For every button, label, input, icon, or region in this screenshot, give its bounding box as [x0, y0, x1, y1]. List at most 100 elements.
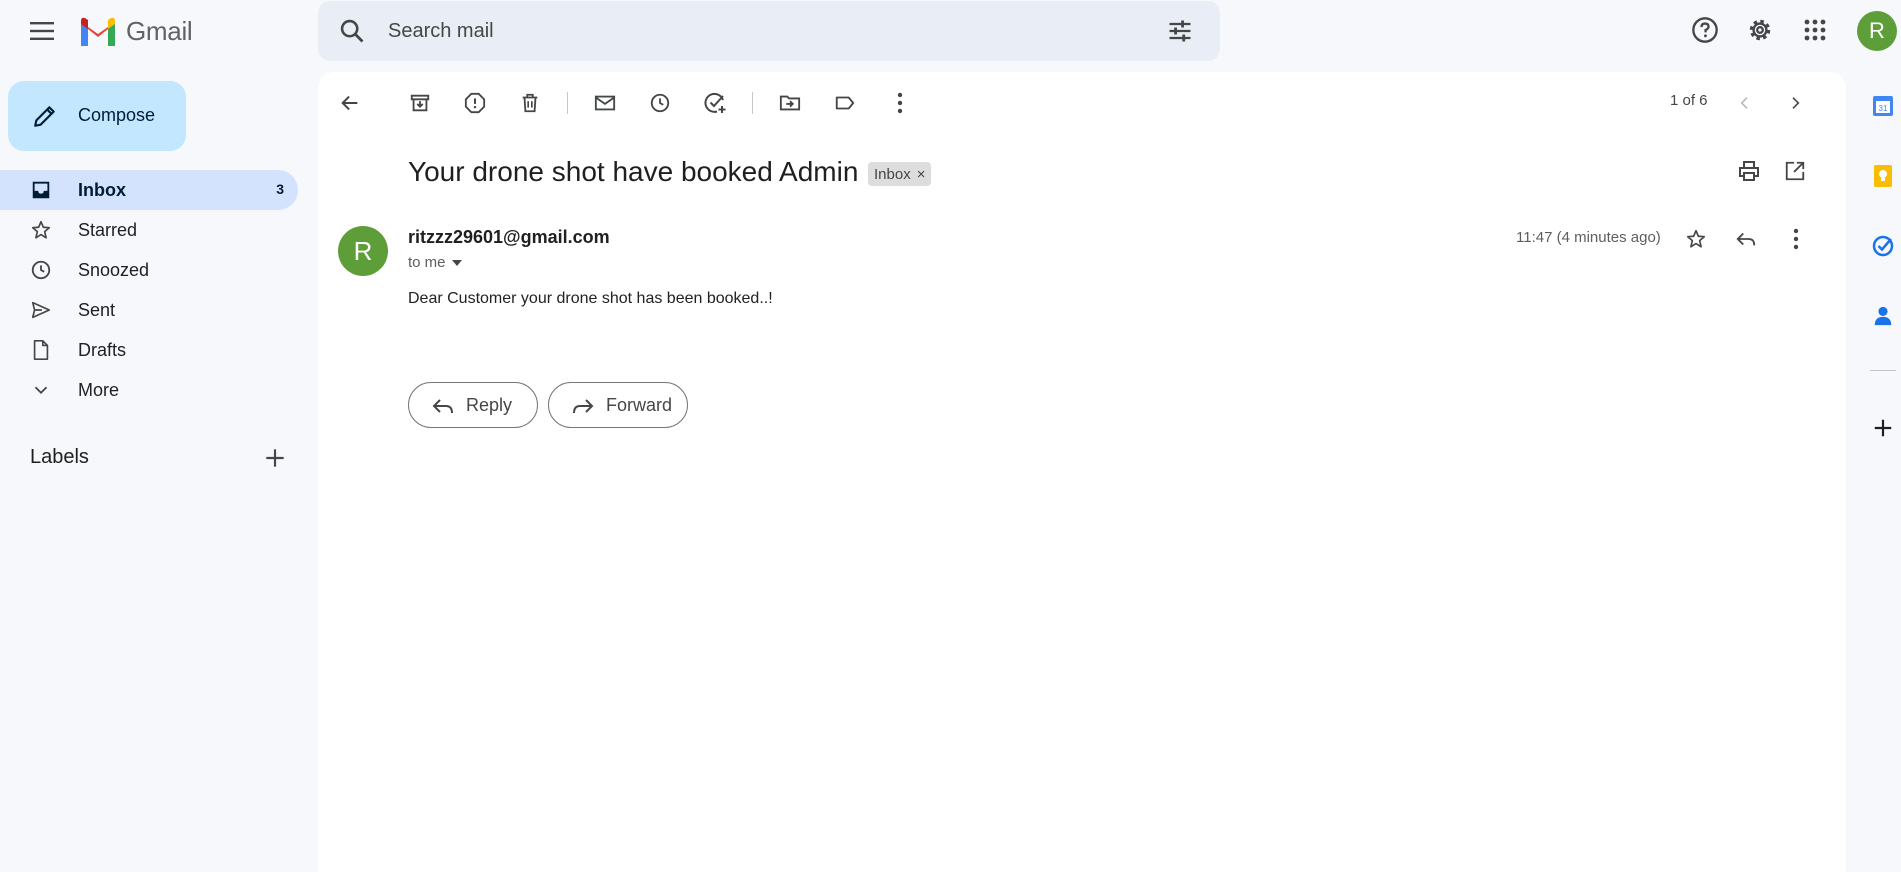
calendar-icon: 31 — [1873, 96, 1893, 116]
pagination-count: 1 of 6 — [1670, 92, 1708, 109]
add-label-icon[interactable] — [262, 445, 288, 471]
spam-icon — [464, 92, 486, 114]
caret-down-icon — [451, 259, 462, 266]
move-folder-icon — [779, 95, 801, 111]
get-addons-button[interactable] — [1869, 414, 1897, 442]
archive-icon — [410, 94, 430, 112]
search-input[interactable] — [388, 15, 1148, 47]
print-button[interactable] — [1734, 156, 1764, 186]
reply-icon-button[interactable] — [1731, 224, 1761, 254]
chevron-right-icon — [1792, 97, 1800, 109]
forward-icon — [573, 399, 594, 414]
reply-icon — [1736, 232, 1756, 246]
star-button[interactable] — [1681, 224, 1711, 254]
report-spam-button[interactable] — [460, 88, 490, 118]
trash-icon — [522, 93, 538, 113]
toolbar-divider — [752, 92, 753, 114]
label-icon — [835, 96, 855, 110]
message-more-button[interactable] — [1781, 224, 1811, 254]
sidebar-item-label: Inbox — [78, 180, 126, 200]
newer-button[interactable] — [1730, 88, 1760, 118]
labels-button[interactable] — [830, 88, 860, 118]
calendar-app-button[interactable]: 31 — [1869, 92, 1897, 120]
sidebar-item-drafts[interactable]: Drafts — [0, 330, 298, 370]
gear-icon — [1749, 19, 1771, 41]
forward-label: Forward — [606, 395, 673, 415]
star-icon — [1686, 229, 1706, 248]
settings-button[interactable] — [1744, 14, 1776, 46]
search-options-icon[interactable] — [1166, 17, 1194, 45]
message-body: Dear Customer your drone shot has been b… — [408, 290, 773, 307]
back-button[interactable] — [335, 88, 365, 118]
move-to-button[interactable] — [775, 88, 805, 118]
star-icon — [31, 220, 51, 239]
gmail-app: Gmail Search mail R Compose Inbox 3 Star… — [0, 0, 1901, 872]
label-chip: Inbox × — [868, 162, 932, 186]
plus-icon — [1874, 419, 1892, 437]
remove-label-button[interactable]: × — [917, 166, 926, 183]
support-button[interactable] — [1689, 14, 1721, 46]
reply-button[interactable]: Reply — [408, 382, 538, 428]
side-panel-divider — [1870, 370, 1896, 371]
svg-text:31: 31 — [1879, 104, 1888, 113]
clock-icon — [31, 260, 51, 280]
reply-icon — [432, 399, 453, 414]
sidebar-item-label: Drafts — [78, 340, 127, 360]
add-to-tasks-button[interactable] — [700, 88, 730, 118]
apps-button[interactable] — [1799, 14, 1831, 46]
sidebar-item-label: More — [78, 380, 120, 400]
sidebar-item-label: Snoozed — [78, 260, 150, 280]
delete-button[interactable] — [515, 88, 545, 118]
open-in-new-icon — [1785, 161, 1805, 181]
unread-count: 3 — [276, 181, 284, 197]
account-avatar[interactable]: R — [1857, 11, 1897, 51]
older-button[interactable] — [1780, 88, 1810, 118]
sender-email[interactable]: ritzzz29601@gmail.com — [408, 227, 610, 248]
mark-unread-button[interactable] — [590, 88, 620, 118]
search-icon[interactable] — [338, 17, 366, 45]
archive-button[interactable] — [405, 88, 435, 118]
more-actions-button[interactable] — [885, 88, 915, 118]
top-header: Gmail Search mail R — [0, 0, 1901, 64]
chevron-down-icon — [34, 386, 48, 395]
sidebar-item-more[interactable]: More — [0, 370, 298, 410]
sidebar-item-label: Starred — [78, 220, 138, 240]
recipient-details[interactable]: to me — [408, 254, 462, 271]
snooze-button[interactable] — [645, 88, 675, 118]
keep-icon — [1874, 165, 1892, 187]
sidebar-nav: Inbox 3 Starred Snoozed Sent Drafts More — [0, 170, 298, 410]
keep-app-button[interactable] — [1869, 162, 1897, 190]
labels-heading: Labels — [30, 446, 89, 468]
app-name: Gmail — [126, 15, 193, 46]
contacts-app-button[interactable] — [1869, 302, 1897, 330]
main-menu-button[interactable] — [22, 10, 64, 52]
forward-button[interactable]: Forward — [548, 382, 688, 428]
arrow-left-icon — [341, 95, 358, 111]
message-time: 11:47 (4 minutes ago) — [1516, 229, 1661, 246]
tasks-app-button[interactable] — [1869, 232, 1897, 260]
compose-button[interactable]: Compose — [8, 81, 186, 151]
label-chip-text: Inbox — [874, 165, 911, 183]
pencil-icon — [34, 106, 55, 127]
sidebar-item-sent[interactable]: Sent — [0, 290, 298, 330]
mail-icon — [594, 95, 616, 111]
sender-avatar[interactable]: R — [338, 226, 388, 276]
sidebar-item-inbox[interactable]: Inbox 3 — [0, 170, 298, 210]
send-icon — [31, 301, 51, 319]
help-icon — [1692, 17, 1718, 43]
tasks-icon — [1872, 235, 1894, 257]
sidebar-item-snoozed[interactable]: Snoozed — [0, 250, 298, 290]
toolbar-divider — [567, 92, 568, 114]
more-vert-icon — [1793, 228, 1799, 250]
printer-icon — [1739, 161, 1759, 181]
hamburger-icon — [30, 22, 54, 40]
search-bar[interactable] — [318, 1, 1220, 61]
compose-label: Compose — [78, 105, 156, 125]
reply-label: Reply — [466, 395, 513, 415]
sidebar-item-starred[interactable]: Starred — [0, 210, 298, 250]
gmail-logo[interactable]: Gmail — [78, 14, 193, 48]
contacts-icon — [1874, 306, 1892, 326]
inbox-icon — [32, 181, 50, 199]
open-new-window-button[interactable] — [1780, 156, 1810, 186]
draft-icon — [33, 340, 49, 360]
